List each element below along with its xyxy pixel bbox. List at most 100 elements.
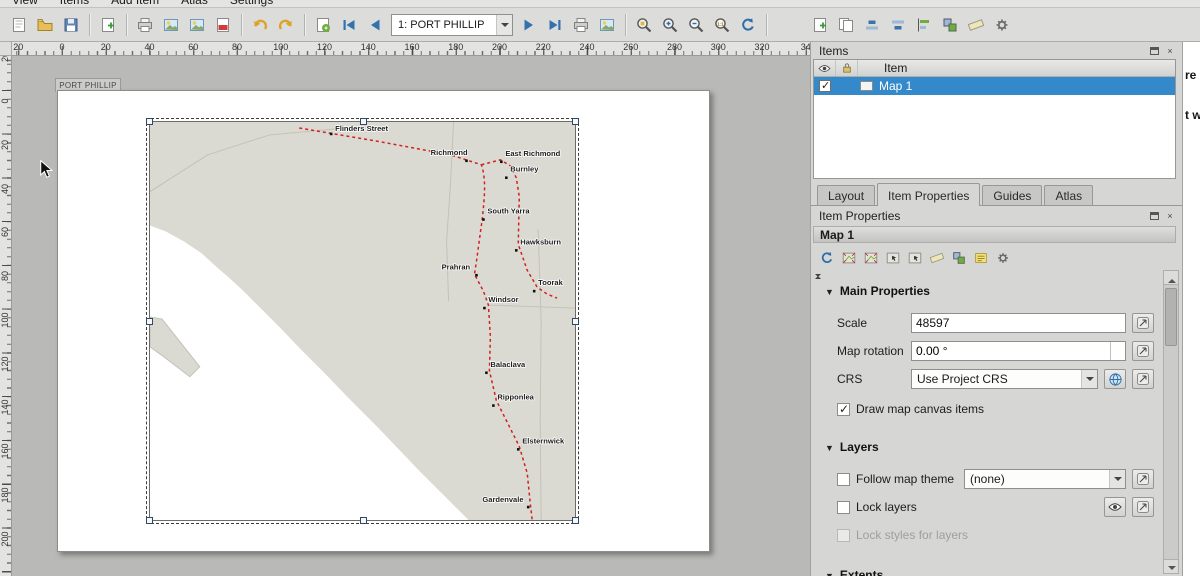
resize-handle-w[interactable] (146, 318, 153, 325)
add-pages-button[interactable] (807, 12, 833, 38)
menu-atlas[interactable]: Atlas (173, 0, 216, 8)
resize-handle-e[interactable] (572, 318, 579, 325)
section-extents[interactable]: ▼Extents (825, 568, 1162, 576)
rotation-data-defined-override-button[interactable] (1132, 341, 1154, 361)
vertical-ruler[interactable]: 20020406080100120140160180200 (0, 56, 12, 576)
set-map-extent-to-canvas-button[interactable] (839, 248, 859, 268)
set-scale-interactively-button[interactable] (883, 248, 903, 268)
first-feature-button[interactable] (336, 12, 362, 38)
section-main-properties[interactable]: ▼Main Properties (825, 284, 1162, 298)
tab-atlas[interactable]: Atlas (1044, 185, 1093, 206)
scroll-up-arrow-icon[interactable] (1164, 271, 1178, 285)
section-layers[interactable]: ▼Layers (825, 440, 1162, 454)
zoom-in-button[interactable] (657, 12, 683, 38)
zoom-full-button[interactable] (631, 12, 657, 38)
align-items-button[interactable] (911, 12, 937, 38)
draw-map-canvas-items-checkbox[interactable] (837, 403, 850, 416)
scroll-down-arrow-icon[interactable] (1164, 559, 1178, 573)
horizontal-ruler[interactable]: 2002040608010012014016018020022024026028… (12, 42, 810, 56)
move-item-content-button[interactable] (905, 248, 925, 268)
settings-button[interactable] (993, 248, 1013, 268)
save-layout-button[interactable] (58, 12, 84, 38)
item-properties-float-button[interactable] (1148, 211, 1160, 222)
resize-handle-nw[interactable] (146, 118, 153, 125)
atlas-page-combo[interactable]: 1: PORT PHILLIP (391, 14, 513, 36)
resize-items-button[interactable] (963, 12, 989, 38)
scrollbar-thumb[interactable] (1165, 288, 1177, 346)
items-panel-float-button[interactable] (1148, 45, 1160, 56)
resize-handle-ne[interactable] (572, 118, 579, 125)
export-svg-button[interactable] (184, 12, 210, 38)
tab-layout[interactable]: Layout (817, 185, 875, 206)
tab-item-properties[interactable]: Item Properties (877, 183, 980, 206)
print-layout-button[interactable] (132, 12, 158, 38)
map-theme-combo[interactable]: (none) (964, 469, 1126, 489)
print-atlas-button[interactable] (568, 12, 594, 38)
properties-scrollbar[interactable] (1163, 270, 1179, 574)
refresh-map-preview-button[interactable] (817, 248, 837, 268)
open-layout-button[interactable] (32, 12, 58, 38)
menu-settings[interactable]: Settings (222, 0, 281, 8)
menu-items[interactable]: Items (52, 0, 97, 8)
set-scale-interactively-icon (885, 250, 901, 266)
redo-button[interactable] (273, 12, 299, 38)
lock-layers-data-defined-override-button[interactable] (1132, 497, 1154, 517)
visible-layers-button[interactable] (1104, 497, 1126, 517)
menu-view[interactable]: View (4, 0, 46, 8)
map-item[interactable]: Flinders StreetRichmondEast RichmondBurn… (149, 121, 576, 521)
items-panel-close-button[interactable]: × (1164, 45, 1176, 56)
v-ruler-number: 20 (0, 56, 10, 67)
items-column-header: Item (858, 61, 907, 75)
annotations-button[interactable] (971, 248, 991, 268)
page-setup-button[interactable] (95, 12, 121, 38)
resize-handle-sw[interactable] (146, 517, 153, 524)
resize-handle-se[interactable] (572, 517, 579, 524)
item-properties-close-button[interactable]: × (1164, 211, 1176, 222)
toolbar-icons: 1: PORT PHILLIP 1:1 (6, 12, 1015, 38)
layout-page[interactable]: Flinders StreetRichmondEast RichmondBurn… (57, 90, 710, 552)
export-atlas-button[interactable] (594, 12, 620, 38)
item-visibility-checkbox[interactable] (819, 80, 831, 92)
scale-input[interactable] (911, 313, 1126, 333)
view-extent-in-canvas-button[interactable] (861, 248, 881, 268)
undo-icon (251, 16, 269, 34)
lock-layers-checkbox[interactable] (837, 501, 850, 514)
export-image-button[interactable] (158, 12, 184, 38)
copy-items-button[interactable] (833, 12, 859, 38)
resize-handle-n[interactable] (360, 118, 367, 125)
atlas-preview-button[interactable] (310, 12, 336, 38)
zoom-actual-button[interactable]: 1:1 (709, 12, 735, 38)
items-row-map1[interactable]: Map 1 (814, 77, 1175, 95)
export-pdf-button[interactable] (210, 12, 236, 38)
tab-guides[interactable]: Guides (982, 185, 1042, 206)
refresh-view-icon (739, 16, 757, 34)
next-feature-button[interactable] (516, 12, 542, 38)
last-feature-button[interactable] (542, 12, 568, 38)
crs-combo[interactable]: Use Project CRS (911, 369, 1098, 389)
scale-data-defined-override-button[interactable] (1132, 313, 1154, 333)
map-rotation-input[interactable] (912, 342, 1110, 360)
refresh-view-button[interactable] (735, 12, 761, 38)
chevron-down-icon (1109, 470, 1125, 488)
h-ruler-number: 20 (12, 42, 28, 52)
previous-feature-button[interactable] (362, 12, 388, 38)
v-ruler-number: 0 (0, 91, 10, 111)
raise-items-button[interactable] (859, 12, 885, 38)
resize-handle-s[interactable] (360, 517, 367, 524)
layout-settings-button[interactable] (989, 12, 1015, 38)
new-layout-button[interactable] (6, 12, 32, 38)
menu-add-item[interactable]: Add Item (103, 0, 167, 8)
map-rotation-spinbox[interactable] (911, 341, 1126, 361)
grid-settings-button[interactable] (949, 248, 969, 268)
select-crs-button[interactable] (1104, 369, 1126, 389)
follow-map-theme-checkbox[interactable] (837, 473, 850, 486)
crs-data-defined-override-button[interactable] (1132, 369, 1154, 389)
zoom-out-button[interactable] (683, 12, 709, 38)
lower-items-button[interactable] (885, 12, 911, 38)
layout-canvas[interactable]: PORT PHILLIP Flinders StreetRichmondEast… (12, 56, 810, 576)
labels-settings-button[interactable] (927, 248, 947, 268)
theme-data-defined-override-button[interactable] (1132, 469, 1154, 489)
lower-items-icon (889, 16, 907, 34)
group-items-button[interactable] (937, 12, 963, 38)
undo-button[interactable] (247, 12, 273, 38)
